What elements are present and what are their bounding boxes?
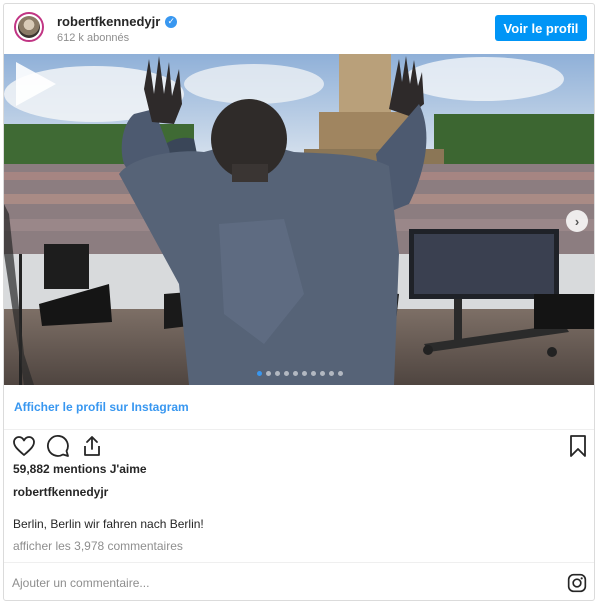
action-bar [4, 430, 594, 462]
carousel-dot[interactable] [284, 371, 289, 376]
like-count[interactable]: 59,882 mentions J'aime [13, 462, 147, 476]
username-row: robertfkennedyjr ✓ [57, 14, 178, 29]
instagram-icon[interactable] [567, 573, 587, 593]
instagram-embed-card: robertfkennedyjr ✓ 612 k abonnés Voir le… [3, 3, 595, 601]
post-header: robertfkennedyjr ✓ 612 k abonnés Voir le… [4, 4, 594, 54]
carousel-dots [257, 371, 343, 376]
comment-icon[interactable] [46, 434, 70, 458]
follower-count: 612 k abonnés [57, 32, 130, 44]
post-media[interactable]: › [4, 54, 594, 385]
bookmark-icon[interactable] [566, 434, 590, 458]
view-profile-on-instagram-link[interactable]: Afficher le profil sur Instagram [14, 400, 189, 414]
post-caption: Berlin, Berlin wir fahren nach Berlin! [13, 517, 204, 531]
carousel-dot[interactable] [266, 371, 271, 376]
comment-input[interactable] [12, 576, 412, 590]
heart-icon[interactable] [12, 434, 36, 458]
view-on-instagram-row: Afficher le profil sur Instagram [4, 385, 594, 430]
share-icon[interactable] [80, 434, 104, 458]
carousel-dot[interactable] [311, 371, 316, 376]
chevron-right-icon[interactable]: › [566, 210, 588, 232]
caption-username[interactable]: robertfkennedyjr [13, 485, 108, 499]
carousel-dot[interactable] [329, 371, 334, 376]
carousel-dot[interactable] [257, 371, 262, 376]
carousel-dot[interactable] [320, 371, 325, 376]
view-comments-link[interactable]: afficher les 3,978 commentaires [13, 539, 183, 553]
carousel-dot[interactable] [275, 371, 280, 376]
header-username[interactable]: robertfkennedyjr [57, 14, 160, 29]
carousel-dot[interactable] [302, 371, 307, 376]
view-profile-button[interactable]: Voir le profil [495, 15, 587, 41]
comment-bar [4, 562, 594, 600]
play-icon[interactable] [4, 54, 64, 114]
verified-badge-icon: ✓ [165, 15, 178, 28]
avatar[interactable] [14, 12, 44, 42]
concert-photo [4, 54, 594, 385]
carousel-dot[interactable] [293, 371, 298, 376]
carousel-dot[interactable] [338, 371, 343, 376]
